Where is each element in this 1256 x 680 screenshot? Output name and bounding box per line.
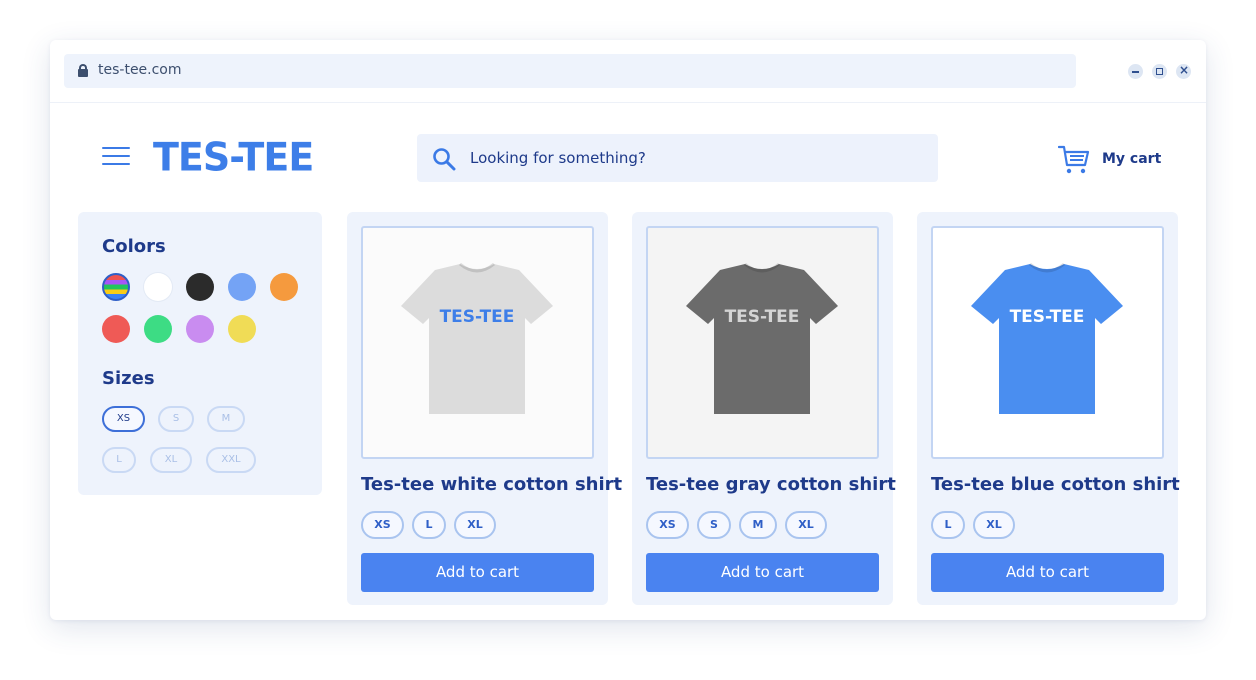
size-option-xs[interactable]: XS xyxy=(646,511,689,539)
cart-label: My cart xyxy=(1102,151,1162,167)
product-image[interactable]: TES-TEE xyxy=(646,226,879,459)
filter-panel: Colors Sizes XS S M L XL XXL xyxy=(78,212,322,495)
product-title[interactable]: Tes-tee gray cotton shirt xyxy=(646,474,896,495)
color-swatch[interactable] xyxy=(144,315,172,343)
search-bar[interactable]: Looking for something? xyxy=(417,134,938,182)
size-option-l[interactable]: L xyxy=(412,511,446,539)
svg-text:TES-TEE: TES-TEE xyxy=(440,307,515,327)
tshirt-icon: TES-TEE xyxy=(401,262,553,414)
add-to-cart-button[interactable]: Add to cart xyxy=(361,553,594,592)
browser-window: tes-tee.com TES-TEE Looking for somethin… xyxy=(50,40,1206,620)
size-filter-l[interactable]: L xyxy=(102,447,136,473)
size-option-s[interactable]: S xyxy=(697,511,731,539)
svg-text:TES-TEE: TES-TEE xyxy=(1010,307,1085,327)
hamburger-menu-icon[interactable] xyxy=(102,147,130,169)
size-filter-xs[interactable]: XS xyxy=(102,406,145,432)
add-to-cart-button[interactable]: Add to cart xyxy=(931,553,1164,592)
color-swatch[interactable] xyxy=(270,273,298,301)
sizes-heading: Sizes xyxy=(102,368,155,389)
color-swatch[interactable] xyxy=(102,315,130,343)
color-swatch[interactable] xyxy=(186,273,214,301)
color-swatch[interactable] xyxy=(186,315,214,343)
tshirt-icon: TES-TEE xyxy=(971,262,1123,414)
product-title[interactable]: Tes-tee blue cotton shirt xyxy=(931,474,1180,495)
size-option-xl[interactable]: XL xyxy=(454,511,496,539)
site-logo[interactable]: TES-TEE xyxy=(153,135,314,180)
size-option-xl[interactable]: XL xyxy=(785,511,827,539)
size-option-xs[interactable]: XS xyxy=(361,511,404,539)
product-image[interactable]: TES-TEE xyxy=(931,226,1164,459)
color-swatch[interactable] xyxy=(102,273,130,301)
product-image[interactable]: TES-TEE xyxy=(361,226,594,459)
product-title[interactable]: Tes-tee white cotton shirt xyxy=(361,474,622,495)
url-text: tes-tee.com xyxy=(98,62,182,78)
size-filter-m[interactable]: M xyxy=(207,406,245,432)
lock-icon xyxy=(78,64,88,77)
size-filter-s[interactable]: S xyxy=(158,406,194,432)
close-icon[interactable] xyxy=(1176,63,1191,79)
product-card: TES-TEE Tes-tee gray cotton shirt XS S M XL Ad… xyxy=(632,212,896,605)
colors-heading: Colors xyxy=(102,236,166,257)
add-to-cart-button[interactable]: Add to cart xyxy=(646,553,879,592)
address-bar[interactable]: tes-tee.com xyxy=(64,54,1076,88)
product-card: TES-TEE Tes-tee white cotton shirt XS L XL Ad… xyxy=(347,212,622,605)
maximize-icon[interactable] xyxy=(1152,64,1167,79)
color-swatch[interactable] xyxy=(144,273,172,301)
svg-text:TES-TEE: TES-TEE xyxy=(725,307,800,327)
browser-chrome: tes-tee.com xyxy=(50,40,1206,103)
cart-icon xyxy=(1058,145,1090,174)
size-option-m[interactable]: M xyxy=(739,511,777,539)
size-filter-xl[interactable]: XL xyxy=(150,447,192,473)
size-option-xl[interactable]: XL xyxy=(973,511,1015,539)
color-swatch[interactable] xyxy=(228,273,256,301)
minimize-icon[interactable] xyxy=(1128,64,1143,79)
search-icon xyxy=(433,148,456,171)
size-filter-xxl[interactable]: XXL xyxy=(206,447,256,473)
color-swatch[interactable] xyxy=(228,315,256,343)
search-input[interactable]: Looking for something? xyxy=(470,149,646,167)
tshirt-icon: TES-TEE xyxy=(686,262,838,414)
product-card: TES-TEE Tes-tee blue cotton shirt L XL Add t… xyxy=(917,212,1180,605)
size-option-l[interactable]: L xyxy=(931,511,965,539)
